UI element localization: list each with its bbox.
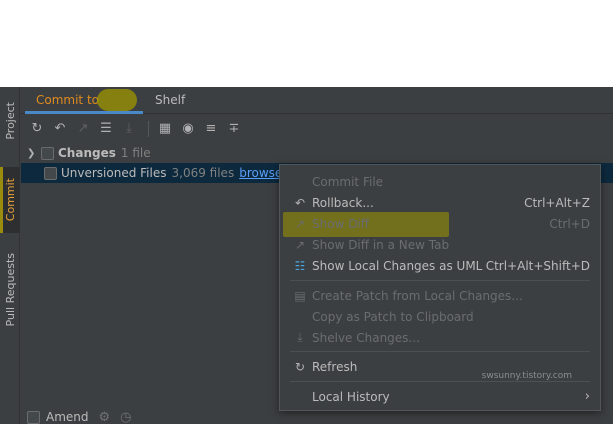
pull-requests-tool-label: Pull Requests [3, 253, 17, 327]
refresh-icon: ↻ [294, 359, 306, 374]
shelve-icon[interactable]: ⤓ [119, 119, 139, 139]
menu-item-label: Show Diff [312, 216, 370, 231]
amend-checkbox[interactable] [27, 410, 40, 424]
menu-item-rollback[interactable]: ↶ Rollback... Ctrl+Alt+Z [280, 192, 600, 213]
uml-diagram-icon: ☷ [294, 258, 306, 273]
changes-label: Changes [58, 146, 116, 160]
menu-item-show-diff[interactable]: ↗ Show Diff Ctrl+D [280, 213, 600, 234]
amend-bar: Amend ⚙ ◷ [21, 405, 132, 424]
view-options-icon[interactable]: ◉ [178, 119, 198, 139]
menu-item-shortcut: Ctrl+Alt+Z [524, 195, 590, 210]
menu-item-local-history[interactable]: Local History › [280, 386, 600, 407]
tree-row-changes[interactable]: ❯ Changes 1 file [21, 143, 613, 163]
browse-link[interactable]: browse [239, 166, 282, 180]
changes-toolbar: ↻ ↶ ↗ ☰ ⤓ ▦ ◉ ≡ ∓ [21, 115, 613, 142]
amend-label: Amend [46, 410, 89, 424]
gear-icon[interactable]: ⚙ [99, 410, 111, 424]
expand-all-icon[interactable]: ≡ [201, 119, 221, 139]
shelve-icon: ⤓ [297, 330, 303, 344]
context-menu: Commit File ↶ Rollback... Ctrl+Alt+Z ↗ S… [279, 164, 601, 411]
refresh-icon[interactable]: ↻ [27, 119, 47, 139]
menu-item-copy-patch[interactable]: Copy as Patch to Clipboard [280, 306, 600, 327]
chevron-right-icon[interactable]: ❯ [27, 148, 41, 159]
unversioned-label: Unversioned Files [61, 166, 167, 180]
toolbar-separator [148, 120, 149, 137]
menu-item-label: Commit File [312, 174, 384, 189]
project-tool-label: Project [3, 102, 17, 140]
show-diff-icon[interactable]: ↗ [73, 119, 93, 139]
menu-separator [290, 280, 590, 281]
menu-separator [290, 351, 590, 352]
changes-checkbox[interactable] [41, 146, 54, 160]
changes-count: 1 file [120, 146, 151, 160]
menu-item-shortcut: Ctrl+Alt+Shift+D [485, 258, 590, 273]
pull-requests-tool-tab[interactable]: Pull Requests [0, 245, 20, 335]
menu-item-label: Copy as Patch to Clipboard [312, 309, 474, 324]
tab-commit-to-label: Commit to [36, 93, 99, 107]
show-diff-icon: ↗ [294, 216, 306, 231]
unversioned-count: 3,069 files [171, 166, 235, 180]
menu-item-label: Rollback... [312, 195, 374, 210]
menu-item-label: Show Local Changes as UML [312, 258, 483, 273]
menu-separator [290, 381, 590, 382]
project-tool-tab[interactable]: Project [0, 91, 20, 151]
rollback-icon: ↶ [294, 195, 306, 210]
show-diff-new-tab-icon: ↗ [294, 237, 306, 252]
menu-item-show-diff-new-tab[interactable]: ↗ Show Diff in a New Tab [280, 234, 600, 255]
watermark-text: swsunny.tistory.com [481, 371, 572, 381]
commit-tool-label: Commit [3, 178, 17, 222]
patch-icon: ▤ [294, 288, 306, 303]
redaction-highlight [97, 89, 137, 111]
clock-icon[interactable]: ◷ [120, 410, 131, 424]
menu-item-shortcut: Ctrl+D [549, 216, 590, 231]
menu-item-show-uml[interactable]: ☷ Show Local Changes as UML Ctrl+Alt+Shi… [280, 255, 600, 276]
commit-tool-tab[interactable]: Commit [0, 167, 20, 233]
menu-item-label: Show Diff in a New Tab [312, 237, 450, 252]
tab-shelf[interactable]: Shelf [155, 87, 185, 114]
collapse-all-icon[interactable]: ∓ [224, 119, 244, 139]
menu-item-commit-file[interactable]: Commit File [280, 171, 600, 192]
menu-item-shelve-changes[interactable]: ⤓ Shelve Changes... [280, 327, 600, 348]
unversioned-checkbox[interactable] [44, 166, 57, 180]
menu-item-create-patch[interactable]: ▤ Create Patch from Local Changes... [280, 285, 600, 306]
commit-tab-bar: Commit to Shelf [21, 87, 613, 114]
menu-item-label: Create Patch from Local Changes... [312, 288, 523, 303]
left-tool-strip: Project Commit Pull Requests [0, 87, 20, 424]
tab-commit-to[interactable]: Commit to [25, 87, 143, 114]
tab-shelf-label: Shelf [155, 93, 186, 107]
commit-message-icon[interactable]: ☰ [96, 119, 116, 139]
rollback-icon[interactable]: ↶ [50, 119, 70, 139]
chevron-right-icon: › [584, 389, 590, 404]
group-by-icon[interactable]: ▦ [155, 119, 175, 139]
menu-item-label: Refresh [312, 359, 358, 374]
menu-item-label: Shelve Changes... [312, 330, 420, 345]
menu-item-label: Local History [312, 389, 390, 404]
